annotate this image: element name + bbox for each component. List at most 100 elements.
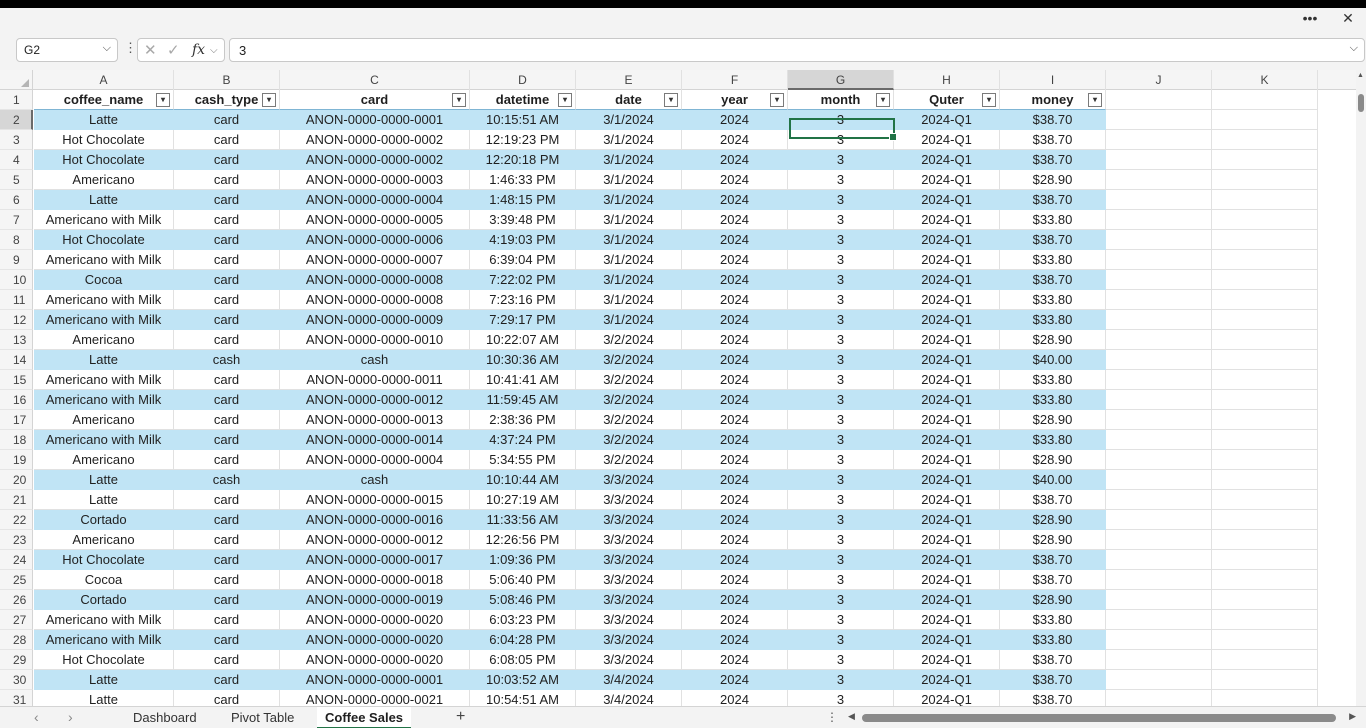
table-cell[interactable]: 3/1/2024 (576, 290, 682, 310)
table-cell[interactable]: Hot Chocolate (34, 130, 174, 150)
table-cell[interactable]: card (174, 530, 280, 550)
table-cell[interactable]: 10:10:44 AM (470, 470, 576, 490)
row-header[interactable]: 10 (0, 270, 33, 290)
table-cell[interactable]: Latte (34, 690, 174, 706)
table-cell[interactable]: 6:03:23 PM (470, 610, 576, 630)
table-cell[interactable]: $33.80 (1000, 390, 1106, 410)
empty-cell[interactable] (1212, 550, 1318, 570)
table-cell[interactable]: 2024-Q1 (894, 170, 1000, 190)
table-cell[interactable]: $38.70 (1000, 230, 1106, 250)
table-cell[interactable]: ANON-0000-0000-0002 (280, 130, 470, 150)
empty-cell[interactable] (1106, 210, 1212, 230)
column-header-j[interactable]: J (1106, 70, 1212, 90)
empty-cell[interactable] (1212, 430, 1318, 450)
table-cell[interactable]: 12:20:18 PM (470, 150, 576, 170)
empty-cell[interactable] (1212, 250, 1318, 270)
vertical-dots-icon[interactable]: ⋮ (124, 40, 137, 56)
sheet-tab-dashboard[interactable]: Dashboard (125, 707, 205, 728)
empty-cell[interactable] (1212, 610, 1318, 630)
row-header[interactable]: 15 (0, 370, 33, 390)
header-cell-card[interactable]: card ▾ (280, 90, 470, 110)
table-cell[interactable]: 2024 (682, 250, 788, 270)
table-cell[interactable]: card (174, 510, 280, 530)
table-cell[interactable]: 3/4/2024 (576, 670, 682, 690)
empty-cell[interactable] (1106, 570, 1212, 590)
table-cell[interactable]: 2024 (682, 230, 788, 250)
table-cell[interactable]: 10:54:51 AM (470, 690, 576, 706)
table-cell[interactable]: 1:09:36 PM (470, 550, 576, 570)
table-cell[interactable]: 6:04:28 PM (470, 630, 576, 650)
table-cell[interactable]: 3/1/2024 (576, 150, 682, 170)
table-cell[interactable]: $33.80 (1000, 610, 1106, 630)
row-header[interactable]: 25 (0, 570, 33, 590)
table-cell[interactable]: 2024 (682, 150, 788, 170)
table-cell[interactable]: 3/2/2024 (576, 330, 682, 350)
table-cell[interactable]: Americano with Milk (34, 310, 174, 330)
prev-sheet-icon[interactable]: ‹ (34, 709, 39, 725)
empty-cell[interactable] (1212, 330, 1318, 350)
formula-input[interactable]: 3 ⌵ (229, 38, 1365, 62)
table-cell[interactable]: $28.90 (1000, 170, 1106, 190)
header-cell-year[interactable]: year ▾ (682, 90, 788, 110)
table-cell[interactable]: $28.90 (1000, 450, 1106, 470)
table-cell[interactable]: card (174, 610, 280, 630)
table-cell[interactable]: cash (280, 470, 470, 490)
row-header[interactable]: 4 (0, 150, 33, 170)
table-cell[interactable]: card (174, 250, 280, 270)
empty-cell[interactable] (1212, 210, 1318, 230)
table-cell[interactable]: 2024-Q1 (894, 250, 1000, 270)
row-header[interactable]: 12 (0, 310, 33, 330)
table-cell[interactable]: Hot Chocolate (34, 230, 174, 250)
table-cell[interactable]: 2024-Q1 (894, 530, 1000, 550)
table-cell[interactable]: 2024-Q1 (894, 630, 1000, 650)
row-header[interactable]: 17 (0, 410, 33, 430)
table-cell[interactable]: $38.70 (1000, 130, 1106, 150)
table-cell[interactable]: 3/2/2024 (576, 390, 682, 410)
select-all-corner[interactable] (0, 70, 33, 90)
table-cell[interactable]: 3/2/2024 (576, 430, 682, 450)
table-cell[interactable]: ANON-0000-0000-0020 (280, 650, 470, 670)
empty-cell[interactable] (1106, 550, 1212, 570)
table-cell[interactable]: card (174, 190, 280, 210)
horizontal-scroll-thumb[interactable] (862, 714, 1336, 722)
table-cell[interactable]: 2024-Q1 (894, 130, 1000, 150)
column-header-k[interactable]: K (1212, 70, 1318, 90)
empty-cell[interactable] (1212, 390, 1318, 410)
table-cell[interactable]: card (174, 430, 280, 450)
empty-cell[interactable] (1106, 350, 1212, 370)
row-header[interactable]: 6 (0, 190, 33, 210)
table-cell[interactable]: 2024-Q1 (894, 110, 1000, 130)
empty-cell[interactable] (1106, 370, 1212, 390)
table-cell[interactable]: $38.70 (1000, 650, 1106, 670)
empty-cell[interactable] (1212, 350, 1318, 370)
table-cell[interactable]: 1:48:15 PM (470, 190, 576, 210)
empty-cell[interactable] (1106, 430, 1212, 450)
table-cell[interactable]: 11:59:45 AM (470, 390, 576, 410)
table-cell[interactable]: 2024-Q1 (894, 210, 1000, 230)
table-cell[interactable]: Americano with Milk (34, 610, 174, 630)
table-cell[interactable]: ANON-0000-0000-0005 (280, 210, 470, 230)
table-cell[interactable]: 3/2/2024 (576, 450, 682, 470)
table-cell[interactable]: 3/1/2024 (576, 210, 682, 230)
table-cell[interactable]: 3 (788, 410, 894, 430)
table-cell[interactable]: 5:06:40 PM (470, 570, 576, 590)
table-cell[interactable]: 2024 (682, 630, 788, 650)
table-cell[interactable]: 3 (788, 110, 894, 130)
empty-cell[interactable] (1106, 90, 1212, 110)
header-cell-month[interactable]: month ▾ (788, 90, 894, 110)
row-header[interactable]: 21 (0, 490, 33, 510)
table-cell[interactable]: card (174, 390, 280, 410)
table-cell[interactable]: 2024-Q1 (894, 430, 1000, 450)
table-cell[interactable]: ANON-0000-0000-0020 (280, 610, 470, 630)
table-cell[interactable]: 6:39:04 PM (470, 250, 576, 270)
row-header[interactable]: 2 (0, 110, 33, 130)
table-cell[interactable]: 2024 (682, 650, 788, 670)
empty-cell[interactable] (1212, 290, 1318, 310)
table-cell[interactable]: 3 (788, 490, 894, 510)
empty-cell[interactable] (1106, 110, 1212, 130)
table-cell[interactable]: ANON-0000-0000-0003 (280, 170, 470, 190)
table-cell[interactable]: $38.70 (1000, 110, 1106, 130)
table-cell[interactable]: 3/3/2024 (576, 650, 682, 670)
empty-cell[interactable] (1106, 590, 1212, 610)
table-cell[interactable]: Americano with Milk (34, 210, 174, 230)
